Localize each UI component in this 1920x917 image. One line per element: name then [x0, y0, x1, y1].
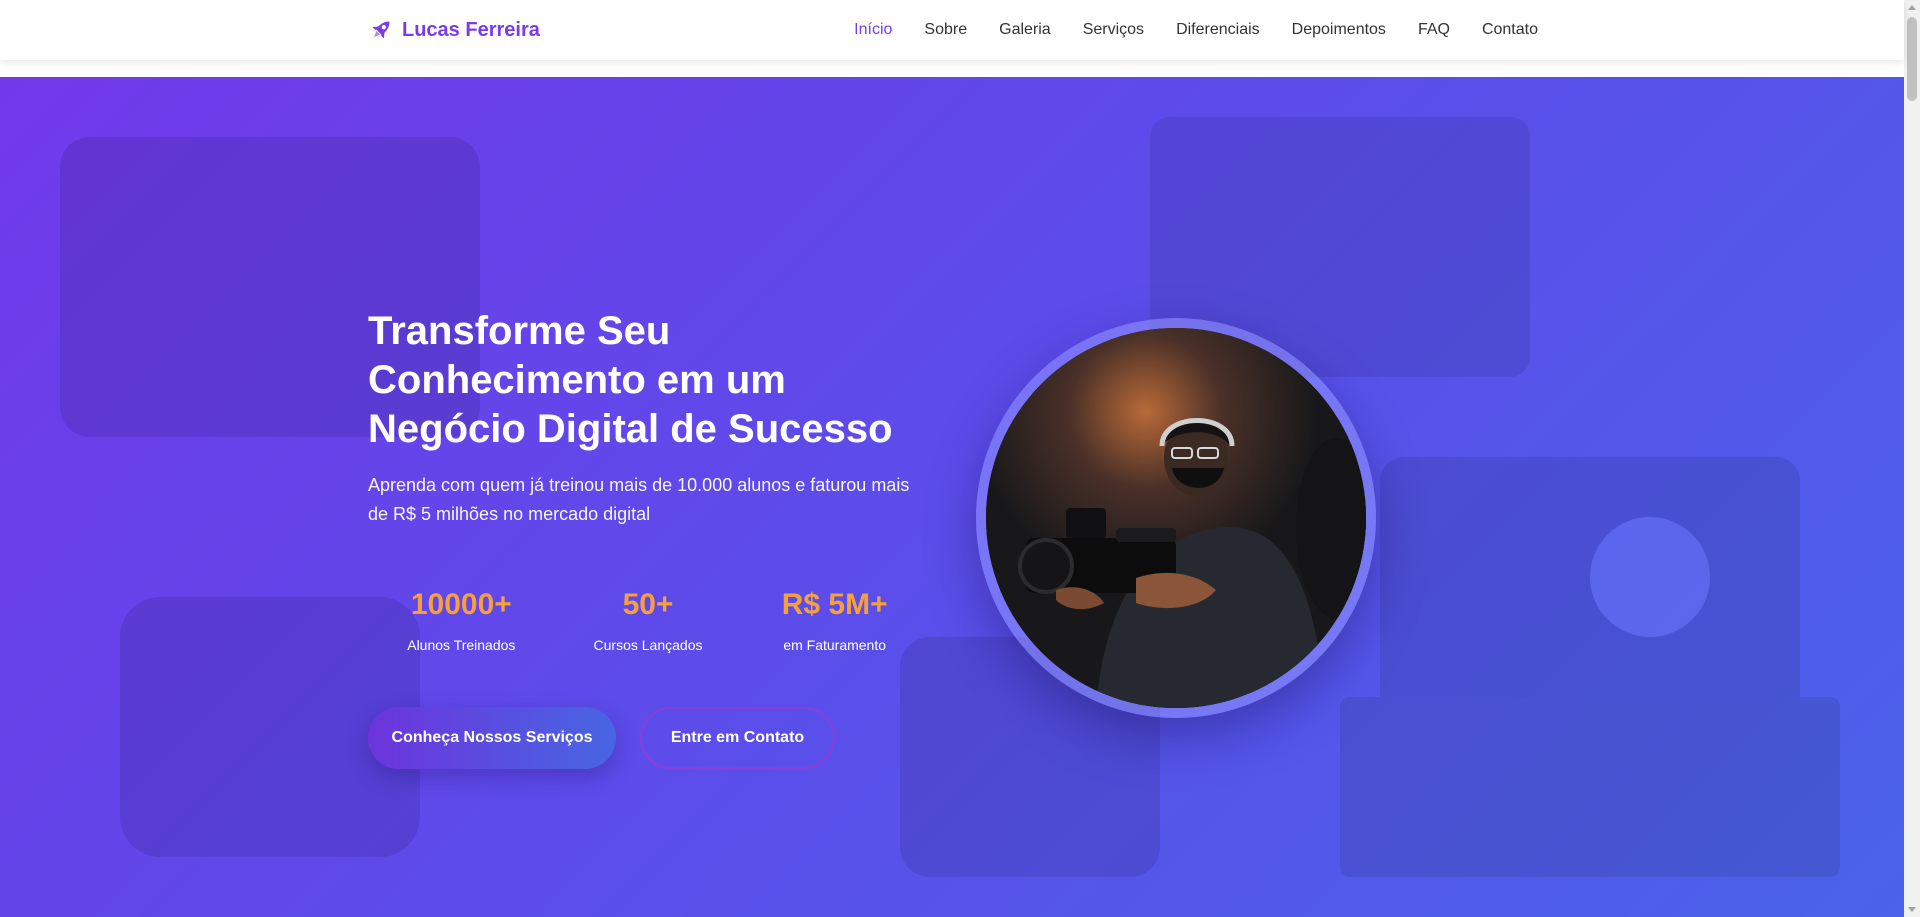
cameraman-illustration [986, 328, 1366, 708]
hero-section: Transforme Seu Conhecimento em um Negóci… [0, 77, 1904, 917]
hero-title-line: Conhecimento em um [368, 358, 786, 402]
navbar-inner: Lucas Ferreira Início Sobre Galeria Serv… [368, 0, 1538, 60]
nav-menu: Início Sobre Galeria Serviços Diferencia… [854, 21, 1538, 39]
scroll-down-arrow-icon[interactable] [1908, 907, 1916, 912]
brand-logo[interactable]: Lucas Ferreira [368, 17, 540, 43]
hero-subtitle: Aprenda com quem já treinou mais de 10.0… [368, 475, 910, 524]
nav-link-inicio[interactable]: Início [854, 21, 892, 38]
page-scrollbar[interactable] [1904, 0, 1920, 917]
stat-value: 50+ [622, 588, 674, 621]
nav-link-diferenciais[interactable]: Diferenciais [1176, 21, 1260, 38]
stat-value: R$ 5M+ [781, 588, 888, 621]
page: Lucas Ferreira Início Sobre Galeria Serv… [0, 0, 1920, 917]
nav-link-faq[interactable]: FAQ [1418, 21, 1450, 38]
contact-button[interactable]: Entre em Contato [640, 707, 835, 769]
hero-content: Transforme Seu Conhecimento em um Negóci… [368, 77, 1538, 917]
hero-title: Transforme Seu Conhecimento em um Negóci… [368, 307, 968, 454]
nav-link-sobre[interactable]: Sobre [924, 21, 967, 38]
navbar: Lucas Ferreira Início Sobre Galeria Serv… [0, 0, 1904, 60]
services-button[interactable]: Conheça Nossos Serviços [368, 707, 616, 769]
hero-title-line: Negócio Digital de Sucesso [368, 407, 893, 451]
hero-title-line: Transforme Seu [368, 309, 671, 353]
hero-stats: 10000+ Alunos Treinados 50+ Cursos Lança… [368, 585, 928, 653]
stat-item: 50+ Cursos Lançados [555, 585, 742, 653]
profile-photo-frame [976, 318, 1376, 718]
stat-value: 10000+ [410, 588, 512, 621]
rocket-icon [372, 21, 390, 39]
nav-link-galeria[interactable]: Galeria [999, 21, 1051, 38]
profile-photo [986, 328, 1366, 708]
stat-label: Alunos Treinados [407, 637, 516, 653]
stat-item: 10000+ Alunos Treinados [368, 585, 555, 653]
brand-name: Lucas Ferreira [402, 18, 540, 41]
nav-link-servicos[interactable]: Serviços [1083, 21, 1144, 38]
nav-link-contato[interactable]: Contato [1482, 21, 1538, 38]
stat-label: Cursos Lançados [593, 637, 703, 653]
stat-label: em Faturamento [783, 637, 887, 653]
scroll-up-arrow-icon[interactable] [1908, 5, 1916, 10]
nav-link-depoimentos[interactable]: Depoimentos [1292, 21, 1386, 38]
scrollbar-thumb[interactable] [1907, 17, 1917, 101]
stat-item: R$ 5M+ em Faturamento [741, 585, 928, 653]
